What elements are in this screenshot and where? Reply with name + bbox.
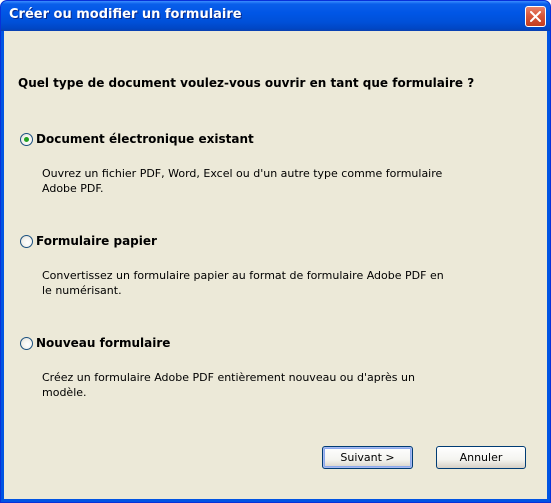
description-line: le numérisant. [42, 284, 122, 297]
option-paper-form-description: Convertissez un formulaire papier au for… [42, 268, 522, 298]
radio-paper-form[interactable] [20, 234, 33, 248]
description-line: Créez un formulaire Adobe PDF entièremen… [42, 371, 415, 384]
option-new-form-description: Créez un formulaire Adobe PDF entièremen… [42, 370, 522, 400]
window-title: Créer ou modifier un formulaire [9, 7, 242, 22]
option-existing-document-label: Document électronique existant [36, 132, 254, 146]
option-paper-form[interactable]: Formulaire papier [20, 234, 157, 248]
radio-new-form[interactable] [20, 336, 33, 350]
option-existing-document-description: Ouvrez un fichier PDF, Word, Excel ou d'… [42, 166, 522, 196]
option-new-form-label: Nouveau formulaire [36, 336, 171, 350]
question-label: Quel type de document voulez-vous ouvrir… [18, 76, 475, 90]
option-paper-form-label: Formulaire papier [36, 234, 157, 248]
radio-existing-document[interactable] [20, 132, 33, 146]
option-new-form[interactable]: Nouveau formulaire [20, 336, 170, 350]
description-line: Ouvrez un fichier PDF, Word, Excel ou d'… [42, 167, 443, 180]
next-button[interactable]: Suivant > [322, 446, 413, 469]
close-icon [530, 11, 541, 22]
title-bar[interactable]: Créer ou modifier un formulaire [1, 1, 550, 31]
option-existing-document[interactable]: Document électronique existant [20, 132, 254, 146]
description-line: Adobe PDF. [42, 182, 104, 195]
dialog-body: Quel type de document voulez-vous ouvrir… [4, 31, 547, 499]
description-line: modèle. [42, 386, 87, 399]
description-line: Convertissez un formulaire papier au for… [42, 269, 444, 282]
cancel-button[interactable]: Annuler [436, 446, 526, 469]
dialog-window: Créer ou modifier un formulaire Quel typ… [0, 0, 551, 503]
close-button[interactable] [525, 6, 546, 27]
